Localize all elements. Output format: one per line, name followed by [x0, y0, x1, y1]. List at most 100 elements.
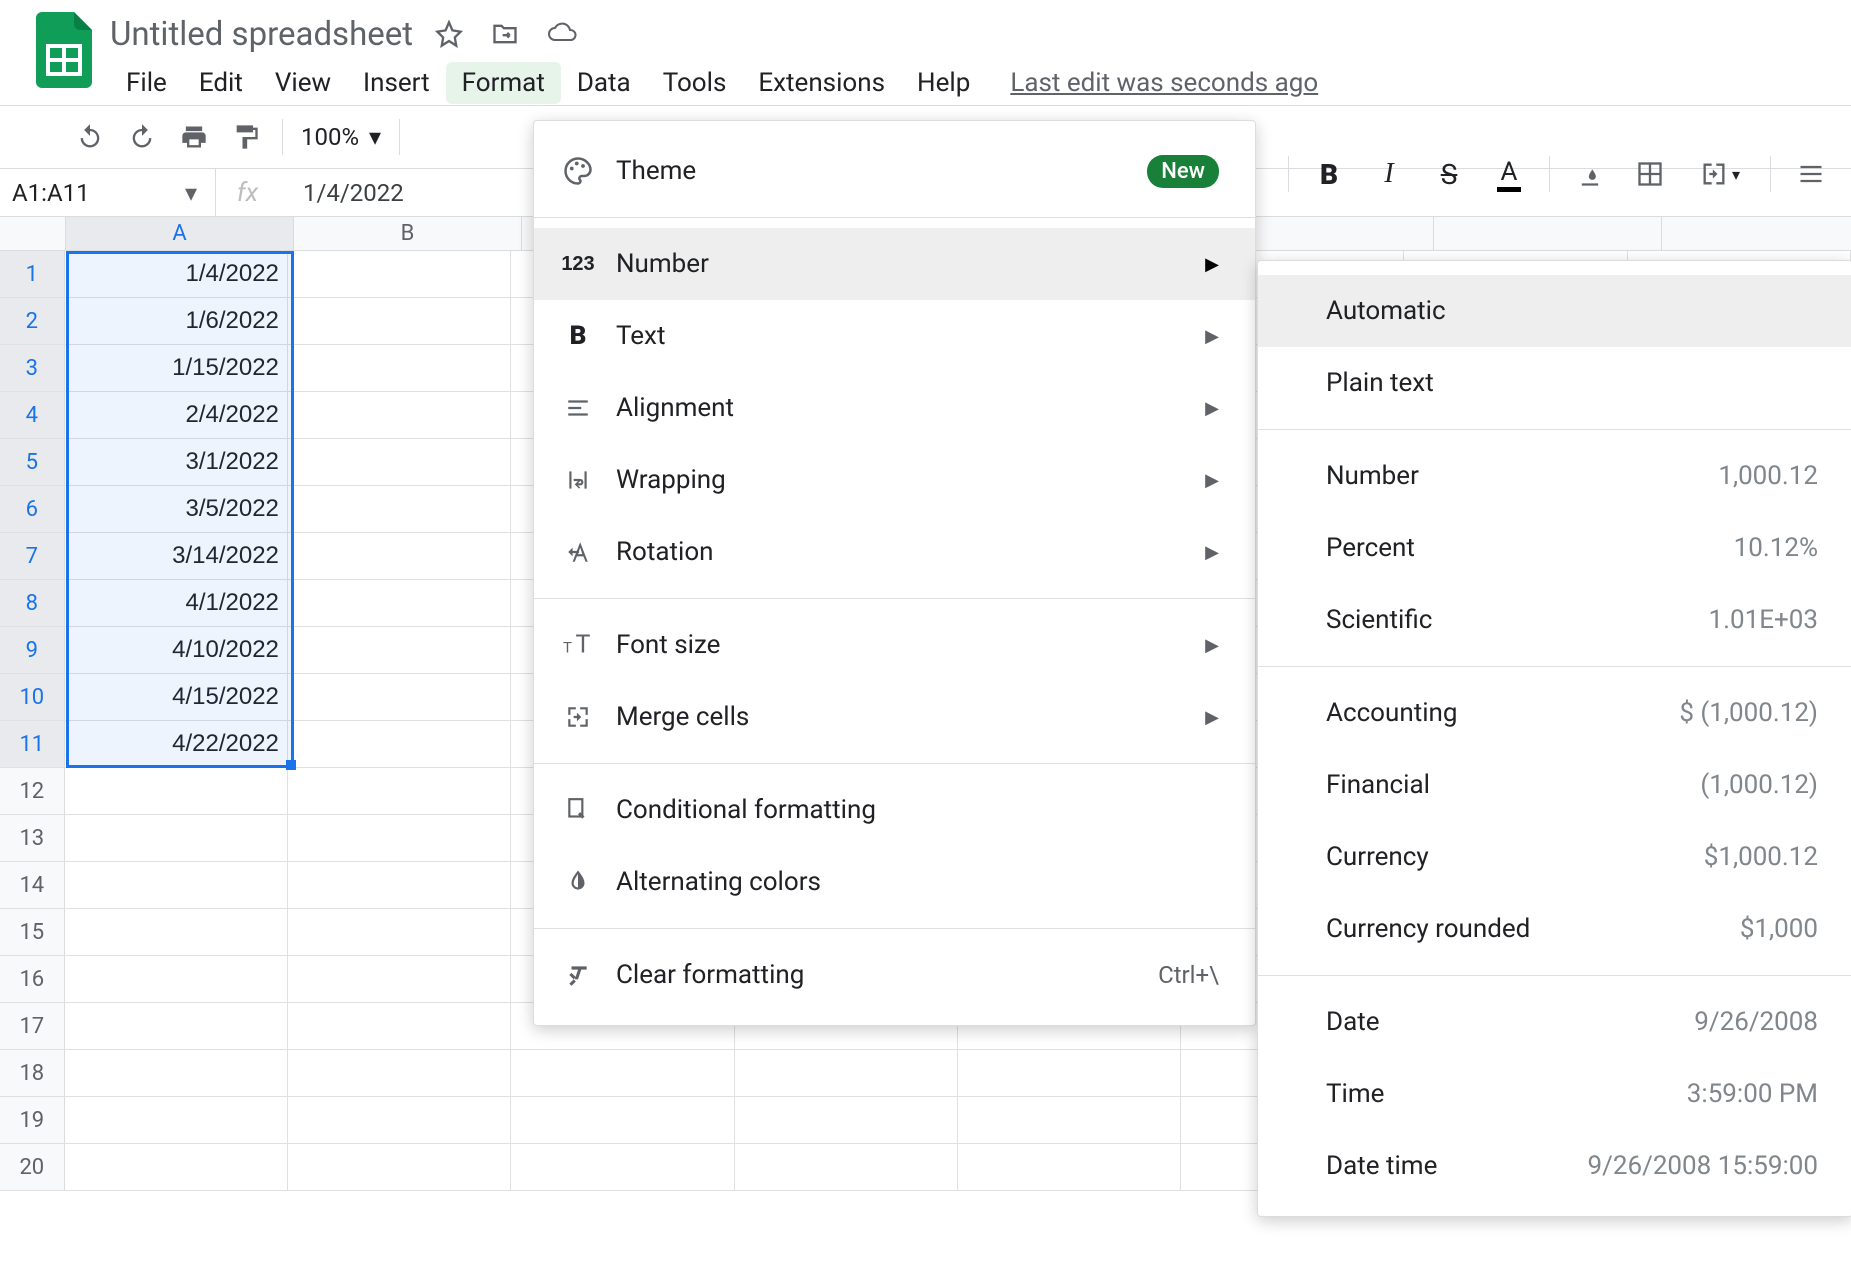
format-conditional[interactable]: Conditional formatting: [534, 774, 1255, 846]
cell[interactable]: [65, 909, 288, 955]
strikethrough-button[interactable]: S: [1427, 152, 1471, 196]
row-header[interactable]: 3: [0, 345, 65, 391]
cell[interactable]: [288, 956, 511, 1002]
number-plain-text[interactable]: Plain text: [1258, 347, 1851, 419]
row-header[interactable]: 18: [0, 1050, 65, 1096]
cell[interactable]: [735, 1144, 958, 1190]
cell[interactable]: [958, 1144, 1181, 1190]
format-font-size[interactable]: TT Font size ▶: [534, 609, 1255, 681]
move-folder-icon[interactable]: [491, 20, 519, 48]
undo-button[interactable]: [68, 115, 112, 159]
number-scientific[interactable]: Scientific 1.01E+03: [1258, 584, 1851, 656]
row-header[interactable]: 6: [0, 486, 65, 532]
cell[interactable]: [288, 862, 511, 908]
menu-file[interactable]: File: [110, 62, 183, 104]
cell[interactable]: [288, 1144, 511, 1190]
number-percent[interactable]: Percent 10.12%: [1258, 512, 1851, 584]
menu-insert[interactable]: Insert: [347, 62, 446, 104]
row-header[interactable]: 8: [0, 580, 65, 626]
number-currency[interactable]: Currency $1,000.12: [1258, 821, 1851, 893]
row-header[interactable]: 9: [0, 627, 65, 673]
format-alternating[interactable]: Alternating colors: [534, 846, 1255, 918]
cell[interactable]: [288, 345, 511, 391]
format-number[interactable]: 123 Number ▶: [534, 228, 1255, 300]
row-header[interactable]: 2: [0, 298, 65, 344]
row-header[interactable]: 19: [0, 1097, 65, 1143]
bold-button[interactable]: B: [1307, 152, 1351, 196]
cell[interactable]: [288, 768, 511, 814]
format-clear[interactable]: Clear formatting Ctrl+\: [534, 939, 1255, 1011]
cell[interactable]: [65, 956, 288, 1002]
row-header[interactable]: 15: [0, 909, 65, 955]
cell[interactable]: [735, 1097, 958, 1143]
col-header-a[interactable]: A: [66, 217, 294, 250]
zoom-selector[interactable]: 100% ▾: [301, 123, 381, 151]
cell[interactable]: 4/15/2022: [65, 674, 288, 720]
document-title[interactable]: Untitled spreadsheet: [110, 15, 413, 54]
row-header[interactable]: 13: [0, 815, 65, 861]
format-theme[interactable]: Theme New: [534, 135, 1255, 207]
italic-button[interactable]: I: [1367, 152, 1411, 196]
cell[interactable]: [288, 533, 511, 579]
row-header[interactable]: 7: [0, 533, 65, 579]
cell[interactable]: 3/14/2022: [65, 533, 288, 579]
cell[interactable]: [511, 1097, 734, 1143]
row-header[interactable]: 4: [0, 392, 65, 438]
row-header[interactable]: 11: [0, 721, 65, 767]
cell[interactable]: [65, 1050, 288, 1096]
cell[interactable]: [288, 392, 511, 438]
menu-format[interactable]: Format: [446, 62, 561, 104]
menu-help[interactable]: Help: [901, 62, 986, 104]
print-button[interactable]: [172, 115, 216, 159]
cell[interactable]: [288, 627, 511, 673]
format-alignment[interactable]: Alignment ▶: [534, 372, 1255, 444]
cell[interactable]: [288, 580, 511, 626]
sheets-logo[interactable]: [30, 16, 98, 84]
cell[interactable]: [65, 815, 288, 861]
cell[interactable]: [288, 721, 511, 767]
col-header[interactable]: [1434, 217, 1662, 250]
cell[interactable]: [511, 1144, 734, 1190]
row-header[interactable]: 12: [0, 768, 65, 814]
cell[interactable]: 3/5/2022: [65, 486, 288, 532]
star-icon[interactable]: [435, 20, 463, 48]
cell[interactable]: [65, 862, 288, 908]
cell[interactable]: [288, 815, 511, 861]
row-header[interactable]: 5: [0, 439, 65, 485]
cell[interactable]: [288, 486, 511, 532]
format-wrapping[interactable]: Wrapping ▶: [534, 444, 1255, 516]
paint-format-button[interactable]: [224, 115, 268, 159]
number-time[interactable]: Time 3:59:00 PM: [1258, 1058, 1851, 1130]
format-merge-cells[interactable]: Merge cells ▶: [534, 681, 1255, 753]
number-financial[interactable]: Financial (1,000.12): [1258, 749, 1851, 821]
select-all-corner[interactable]: [0, 217, 66, 250]
cell[interactable]: 1/4/2022: [65, 251, 288, 297]
redo-button[interactable]: [120, 115, 164, 159]
number-date[interactable]: Date 9/26/2008: [1258, 986, 1851, 1058]
cell[interactable]: [958, 1050, 1181, 1096]
cell[interactable]: [735, 1050, 958, 1096]
cell[interactable]: 2/4/2022: [65, 392, 288, 438]
name-box[interactable]: A1:A11 ▾: [0, 169, 215, 216]
cell[interactable]: 3/1/2022: [65, 439, 288, 485]
cell[interactable]: [958, 1097, 1181, 1143]
format-rotation[interactable]: Rotation ▶: [534, 516, 1255, 588]
cell[interactable]: [288, 1003, 511, 1049]
cell[interactable]: 4/10/2022: [65, 627, 288, 673]
number-datetime[interactable]: Date time 9/26/2008 15:59:00: [1258, 1130, 1851, 1202]
cell[interactable]: [65, 1144, 288, 1190]
menu-view[interactable]: View: [259, 62, 347, 104]
cell[interactable]: 1/15/2022: [65, 345, 288, 391]
cell[interactable]: [65, 768, 288, 814]
col-header-b[interactable]: B: [294, 217, 522, 250]
fill-color-button[interactable]: [1568, 152, 1612, 196]
cell[interactable]: [511, 1050, 734, 1096]
last-edit-link[interactable]: Last edit was seconds ago: [1010, 68, 1318, 98]
number-number[interactable]: Number 1,000.12: [1258, 440, 1851, 512]
row-header[interactable]: 16: [0, 956, 65, 1002]
formula-bar[interactable]: 1/4/2022: [279, 179, 404, 207]
menu-extensions[interactable]: Extensions: [742, 62, 901, 104]
menu-tools[interactable]: Tools: [647, 62, 743, 104]
borders-button[interactable]: [1628, 152, 1672, 196]
cell[interactable]: 4/1/2022: [65, 580, 288, 626]
